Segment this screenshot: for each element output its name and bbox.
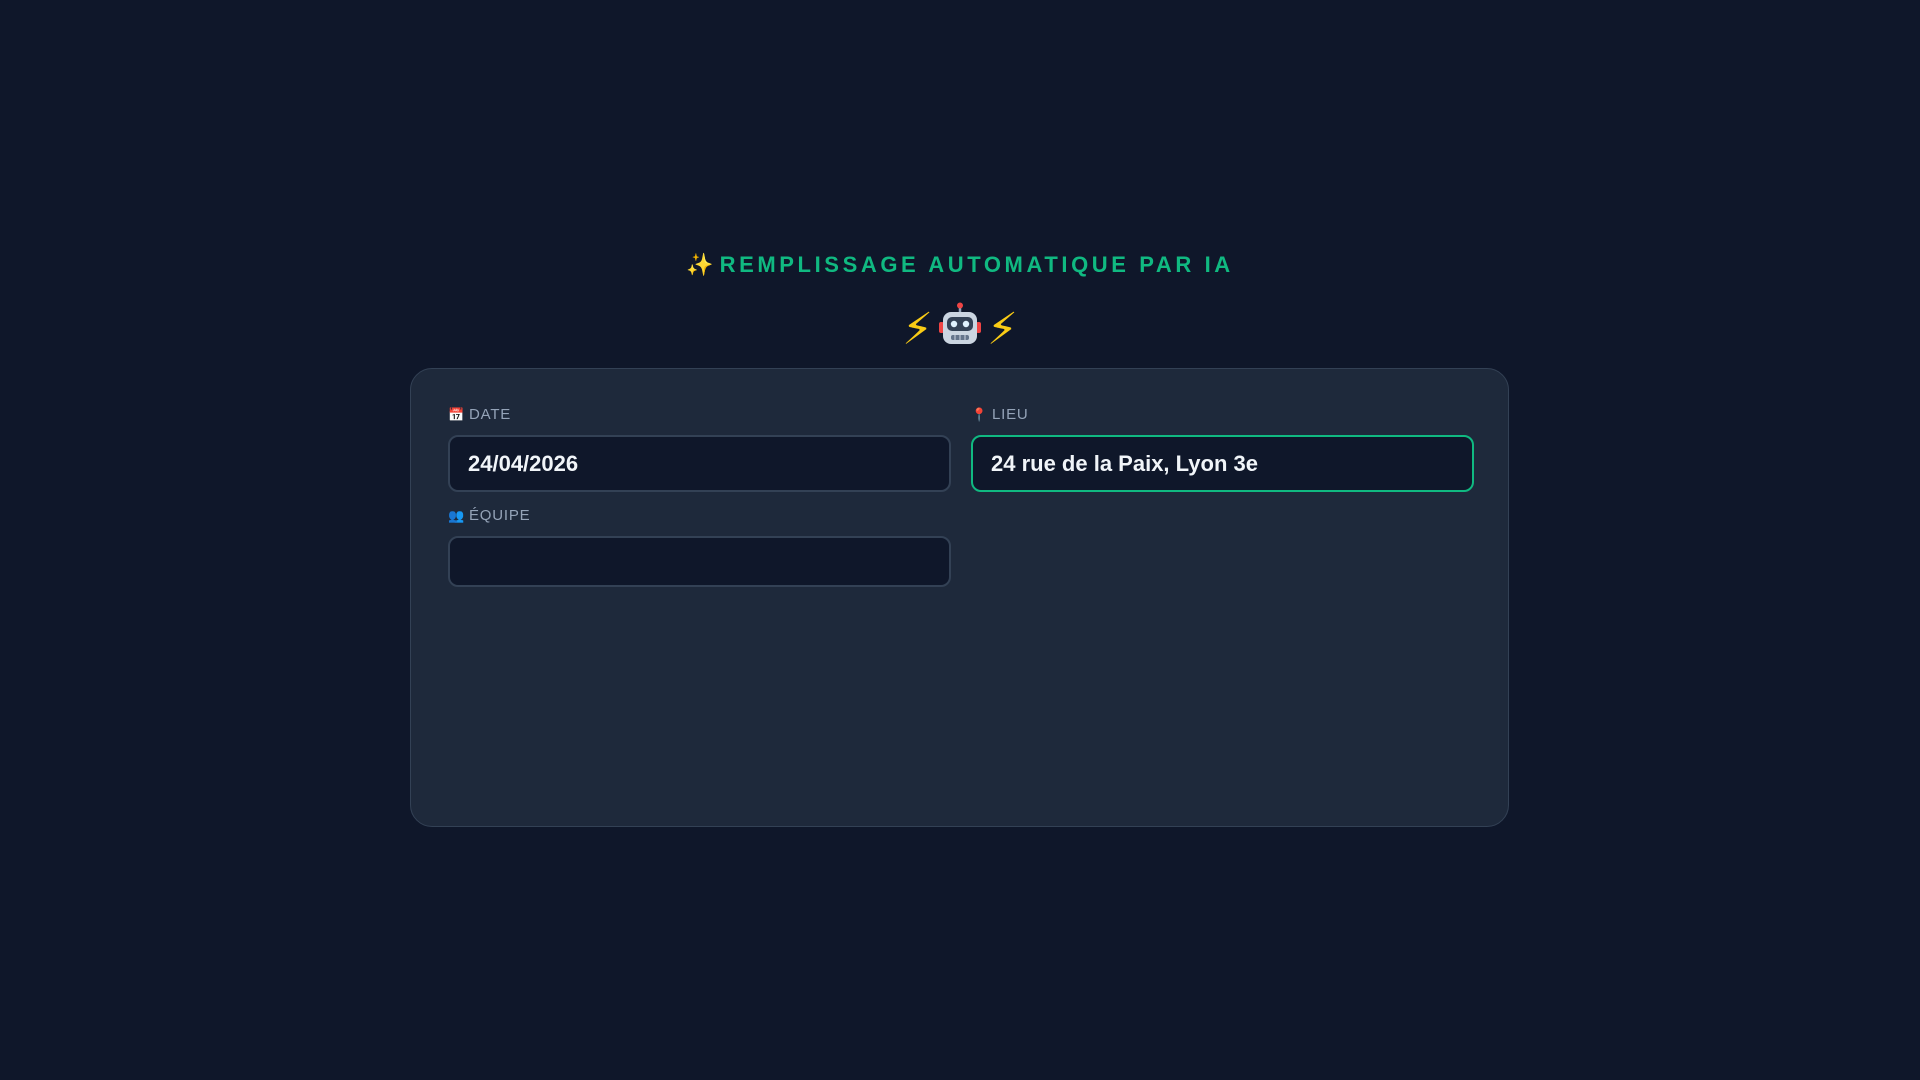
robot-icon bbox=[937, 302, 983, 360]
lieu-label: 📍 LIEU bbox=[971, 405, 1474, 425]
lieu-input[interactable]: 24 rue de la Paix, Lyon 3e bbox=[971, 435, 1474, 492]
equipe-input[interactable] bbox=[448, 536, 951, 587]
ai-autofill-heading: ✨ REMPLISSAGE AUTOMATIQUE PAR IA bbox=[0, 252, 1920, 278]
equipe-field-group: 👥 ÉQUIPE bbox=[448, 506, 951, 587]
lieu-label-text: LIEU bbox=[992, 406, 1029, 423]
autofill-form-card: 📅 DATE 24/04/2026 📍 LIEU 24 rue de la Paix… bbox=[410, 368, 1509, 827]
lightning-icon: ⚡ bbox=[987, 305, 1018, 354]
lieu-field-group: 📍 LIEU 24 rue de la Paix, Lyon 3e bbox=[971, 405, 1474, 492]
date-input[interactable]: 24/04/2026 bbox=[448, 435, 951, 492]
lightning-icon: ⚡ bbox=[902, 305, 933, 354]
page: ✨ REMPLISSAGE AUTOMATIQUE PAR IA ⚡ ⚡ 📅 DAT… bbox=[0, 0, 1920, 1080]
date-label: 📅 DATE bbox=[448, 405, 951, 425]
equipe-label-text: ÉQUIPE bbox=[469, 507, 531, 524]
sparkles-icon: ✨ bbox=[686, 252, 714, 277]
date-label-text: DATE bbox=[469, 406, 512, 423]
equipe-label: 👥 ÉQUIPE bbox=[448, 506, 951, 526]
team-icon: 👥 bbox=[448, 508, 465, 523]
ai-emoji-row: ⚡ ⚡ bbox=[0, 302, 1920, 360]
date-field-group: 📅 DATE 24/04/2026 bbox=[448, 405, 951, 492]
ai-autofill-title: REMPLISSAGE AUTOMATIQUE PAR IA bbox=[719, 252, 1234, 277]
calendar-icon: 📅 bbox=[448, 407, 465, 422]
map-pin-icon: 📍 bbox=[971, 407, 988, 422]
